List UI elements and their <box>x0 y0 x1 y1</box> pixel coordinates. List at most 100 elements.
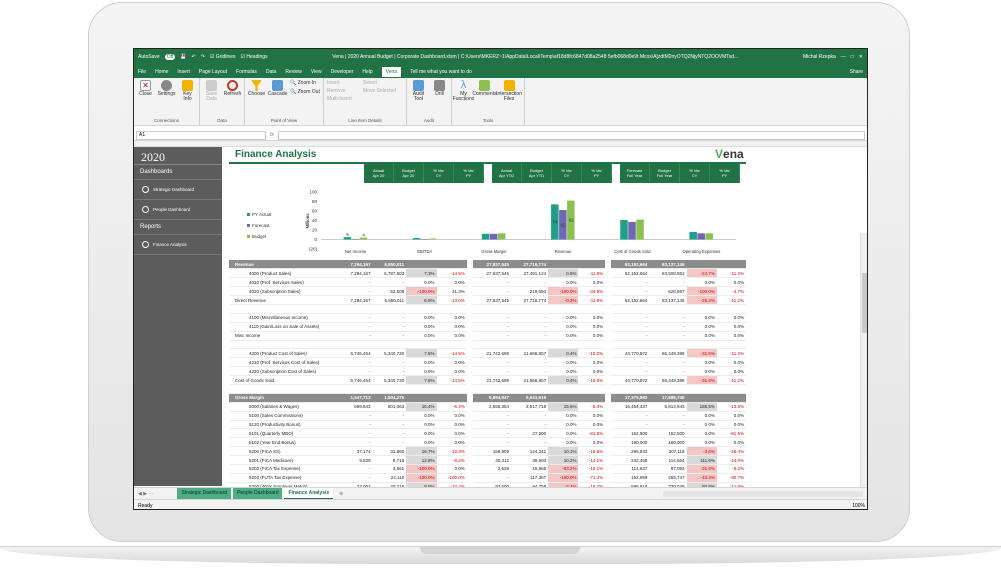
table-cell[interactable]: -100.0% <box>406 473 437 483</box>
table-cell[interactable]: 0.0% <box>686 330 717 341</box>
table-cell[interactable]: 17,688,746 <box>649 393 687 403</box>
maximize-icon[interactable]: □ <box>851 54 854 60</box>
multi-insert-button[interactable]: Multi-Insert <box>327 96 359 102</box>
sheet-tab-strategic-dashboard[interactable]: Strategic Dashboard <box>177 487 232 500</box>
table-cell[interactable]: 162,500 <box>608 428 650 439</box>
table-cell[interactable]: - <box>469 357 512 368</box>
table-cell[interactable]: - <box>469 420 512 430</box>
table-cell[interactable]: 7,294,167 <box>339 268 373 279</box>
table-cell[interactable]: - <box>649 330 687 341</box>
formula-input[interactable] <box>277 130 865 140</box>
table-cell[interactable]: -31.6% <box>686 375 717 385</box>
table-cell[interactable] <box>436 260 473 270</box>
table-cell[interactable] <box>372 304 407 314</box>
table-cell[interactable]: 6,850,011 <box>372 295 407 305</box>
table-cell[interactable]: - <box>511 322 549 332</box>
table-cell[interactable]: -11.2% <box>716 295 746 305</box>
table-cell[interactable] <box>436 340 473 350</box>
table-cell[interactable]: - <box>649 357 687 368</box>
table-cell[interactable]: - <box>339 322 373 332</box>
table-cell[interactable] <box>436 393 473 403</box>
tab-formulas[interactable]: Formulas <box>236 69 257 75</box>
table-cell[interactable]: 40,312 <box>469 455 512 465</box>
drill-button[interactable]: Drill <box>431 80 448 97</box>
table-cell[interactable]: -100.0% <box>686 286 717 297</box>
table-cell[interactable] <box>578 384 612 394</box>
table-cell[interactable]: 21,666,857 <box>511 348 549 359</box>
table-cell[interactable]: 44,770,872 <box>608 348 650 359</box>
table-cell[interactable]: 7.3% <box>406 268 437 279</box>
name-box[interactable]: A1 <box>136 130 266 140</box>
table-cell[interactable]: - <box>372 322 407 332</box>
table-cell[interactable]: -43.3% <box>686 473 717 483</box>
table-cell[interactable]: -8.2% <box>436 455 473 465</box>
table-cell[interactable]: -14.0% <box>716 455 746 465</box>
table-cell[interactable] <box>686 384 717 394</box>
table-cell[interactable]: - <box>608 286 650 297</box>
table-cell[interactable] <box>511 304 549 314</box>
table-cell[interactable] <box>716 393 746 403</box>
table-cell[interactable]: - <box>339 437 373 448</box>
table-cell[interactable] <box>608 304 650 314</box>
table-cell[interactable]: 0.5% <box>548 268 579 279</box>
table-cell[interactable]: 0.0% <box>716 420 746 430</box>
table-cell[interactable]: - <box>339 357 373 368</box>
table-cell[interactable]: 0.0% <box>686 366 717 377</box>
table-cell[interactable]: -14.5% <box>436 348 473 359</box>
table-cell[interactable]: -100.0% <box>548 286 579 297</box>
horizontal-scrollbar[interactable] <box>663 490 863 497</box>
table-cell[interactable]: 0.0% <box>406 277 437 288</box>
table-cell[interactable]: 0.0% <box>686 428 717 439</box>
table-cell[interactable]: 0.0% <box>716 277 746 288</box>
table-cell[interactable]: -81.8% <box>578 428 612 439</box>
table-cell[interactable]: - <box>511 277 549 288</box>
table-cell[interactable]: - <box>511 357 549 368</box>
table-cell[interactable]: 0.0% <box>686 322 717 332</box>
autosave-toggle[interactable]: Off <box>164 54 176 60</box>
table-cell[interactable]: 37,174 <box>339 446 373 457</box>
table-cell[interactable]: - <box>511 313 549 323</box>
tab-home[interactable]: Home <box>155 69 168 75</box>
table-cell[interactable]: 9,829 <box>339 455 373 465</box>
table-cell[interactable]: -15.0% <box>578 375 612 385</box>
table-cell[interactable]: - <box>608 366 650 377</box>
table-cell[interactable]: 160,000 <box>649 437 687 448</box>
table-cell[interactable]: - <box>469 313 512 323</box>
table-cell[interactable]: 52,508 <box>372 286 407 297</box>
table-cell[interactable] <box>578 393 612 403</box>
table-cell[interactable]: 0.0% <box>406 330 437 341</box>
table-cell[interactable]: - <box>469 277 512 288</box>
table-cell[interactable]: 0.0% <box>436 357 473 368</box>
my-functions-button[interactable]: λ My Functions <box>453 80 475 102</box>
table-cell[interactable]: 16.4% <box>406 402 437 412</box>
table-cell[interactable]: 0.0% <box>436 437 473 448</box>
table-cell[interactable] <box>511 384 549 394</box>
save-data-button[interactable]: Save Data <box>203 80 220 102</box>
table-cell[interactable]: 0.0% <box>406 322 437 332</box>
table-cell[interactable]: 27,637,545 <box>469 295 512 305</box>
table-cell[interactable]: 2,629 <box>469 464 512 474</box>
intersection-files-button[interactable]: Intersection Files <box>496 80 522 102</box>
zoom-in-button[interactable]: 🔍 Zoom In <box>290 80 320 86</box>
table-cell[interactable]: 111.6% <box>686 455 717 465</box>
zoom-level[interactable]: 100% <box>852 503 865 509</box>
table-cell[interactable]: 0.0% <box>578 277 612 288</box>
fx-icon[interactable]: fx <box>270 132 274 138</box>
table-cell[interactable] <box>578 304 612 314</box>
table-cell[interactable]: - <box>372 330 407 341</box>
table-cell[interactable]: - <box>339 411 373 421</box>
table-cell[interactable]: - <box>649 322 687 332</box>
table-cell[interactable]: 31,860 <box>372 446 407 457</box>
table-cell[interactable]: 0.0% <box>578 437 612 448</box>
table-cell[interactable]: 295,943 <box>608 446 650 457</box>
table-cell[interactable]: 0.0% <box>686 411 717 421</box>
table-cell[interactable]: -34.9% <box>578 286 612 297</box>
sheet-tab-finance-analysis[interactable]: Finance Analysis <box>284 487 334 500</box>
table-cell[interactable] <box>511 340 549 350</box>
table-cell[interactable]: 7,294,167 <box>339 295 373 305</box>
table-cell[interactable] <box>608 384 650 394</box>
table-cell[interactable] <box>686 260 717 270</box>
remove-button[interactable]: Remove <box>327 88 359 94</box>
table-cell[interactable] <box>578 340 612 350</box>
table-cell[interactable]: 0.4% <box>548 375 579 385</box>
